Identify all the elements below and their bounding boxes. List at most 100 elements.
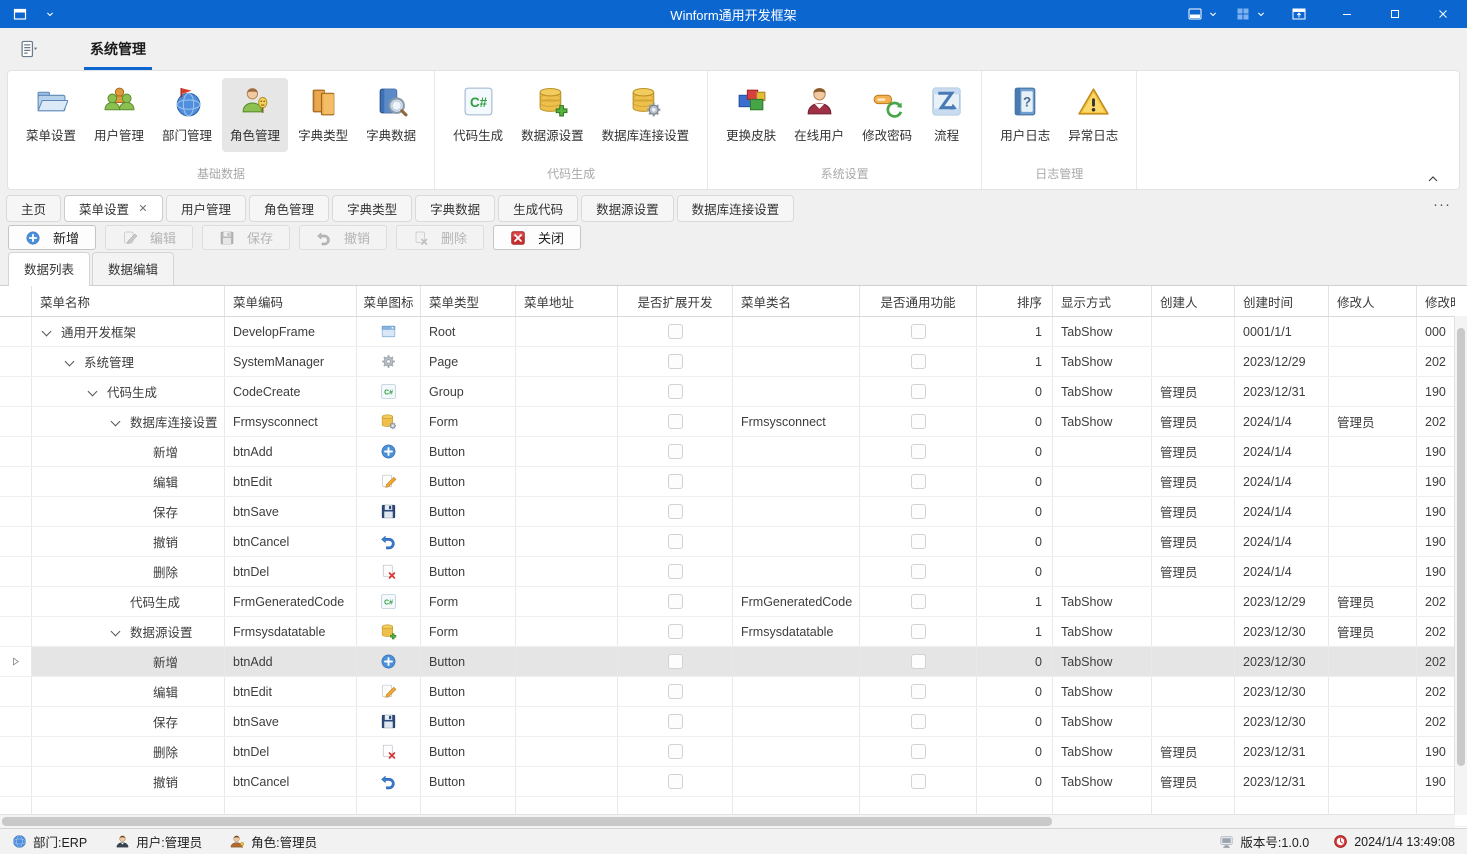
ribbon-item[interactable]: 角色管理 <box>222 78 288 152</box>
table-row[interactable]: 撤销btnCancelButton0管理员2024/1/4190 <box>0 527 1467 557</box>
table-row[interactable]: 删除btnDelButton0管理员2024/1/4190 <box>0 557 1467 587</box>
vertical-scrollbar-thumb[interactable] <box>1457 328 1465 766</box>
expand-chevron-icon[interactable] <box>109 415 123 429</box>
skin-select-button[interactable] <box>1179 0 1227 28</box>
column-header[interactable]: 创建时间 <box>1235 286 1329 316</box>
ribbon-collapse-chevron-icon[interactable] <box>1425 172 1441 184</box>
ribbon-item[interactable]: 菜单设置 <box>18 78 84 152</box>
table-row[interactable]: 代码生成FrmGeneratedCodeC#FormFrmGeneratedCo… <box>0 587 1467 617</box>
column-header[interactable]: 菜单名称 <box>32 286 225 316</box>
application-menu-button[interactable] <box>18 28 44 70</box>
ribbon-item[interactable]: 字典数据 <box>358 78 424 152</box>
table-row[interactable]: 系统管理SystemManagerPage1TabShow2023/12/292… <box>0 347 1467 377</box>
table-row[interactable]: 编辑btnEditButton0管理员2024/1/4190 <box>0 467 1467 497</box>
extend-dev-checkbox[interactable] <box>668 564 683 579</box>
common-func-checkbox[interactable] <box>911 534 926 549</box>
dock-panel-button[interactable] <box>1275 0 1323 28</box>
extend-dev-checkbox[interactable] <box>668 624 683 639</box>
common-func-checkbox[interactable] <box>911 474 926 489</box>
expand-chevron-icon[interactable] <box>109 625 123 639</box>
doc-tab[interactable]: 生成代码 <box>498 195 578 222</box>
horizontal-scrollbar[interactable] <box>0 814 1455 828</box>
ribbon-item[interactable]: 更换皮肤 <box>718 78 784 152</box>
ribbon-item[interactable]: ?用户日志 <box>992 78 1058 152</box>
quick-access-chevron-icon[interactable] <box>44 8 56 20</box>
doc-tab[interactable]: 角色管理 <box>249 195 329 222</box>
table-row[interactable]: 新增btnAddButton0管理员2024/1/4190 <box>0 437 1467 467</box>
horizontal-scrollbar-thumb[interactable] <box>2 817 1052 826</box>
column-header[interactable]: 菜单编码 <box>225 286 357 316</box>
doc-tab[interactable]: 数据源设置 <box>581 195 674 222</box>
ribbon-item[interactable]: 异常日志 <box>1060 78 1126 152</box>
view-tab[interactable]: 数据编辑 <box>92 252 174 285</box>
extend-dev-checkbox[interactable] <box>668 654 683 669</box>
ribbon-item[interactable]: 部门管理 <box>154 78 220 152</box>
extend-dev-checkbox[interactable] <box>668 354 683 369</box>
column-header[interactable]: 显示方式 <box>1053 286 1152 316</box>
common-func-checkbox[interactable] <box>911 594 926 609</box>
column-header[interactable]: 菜单地址 <box>516 286 618 316</box>
app-window-icon[interactable] <box>12 6 28 22</box>
doc-tab[interactable]: 字典数据 <box>415 195 495 222</box>
tab-close-icon[interactable] <box>138 203 148 213</box>
common-func-checkbox[interactable] <box>911 654 926 669</box>
ribbon-item[interactable]: 流程 <box>922 78 971 152</box>
ribbon-item[interactable]: 在线用户 <box>786 78 852 152</box>
common-func-checkbox[interactable] <box>911 564 926 579</box>
extend-dev-checkbox[interactable] <box>668 444 683 459</box>
theme-palette-button[interactable] <box>1227 0 1275 28</box>
common-func-checkbox[interactable] <box>911 354 926 369</box>
extend-dev-checkbox[interactable] <box>668 384 683 399</box>
column-header[interactable]: 是否通用功能 <box>860 286 977 316</box>
extend-dev-checkbox[interactable] <box>668 474 683 489</box>
common-func-checkbox[interactable] <box>911 414 926 429</box>
doc-tab[interactable]: 主页 <box>6 195 61 222</box>
table-row[interactable]: 编辑btnEditButton0TabShow2023/12/30202 <box>0 677 1467 707</box>
extend-dev-checkbox[interactable] <box>668 744 683 759</box>
ribbon-item[interactable]: 用户管理 <box>86 78 152 152</box>
expand-chevron-icon[interactable] <box>86 385 100 399</box>
table-row[interactable]: 数据源设置FrmsysdatatableFormFrmsysdatatable1… <box>0 617 1467 647</box>
tab-overflow-button[interactable]: ··· <box>1433 196 1451 213</box>
ribbon-item[interactable]: C#代码生成 <box>445 78 511 152</box>
extend-dev-checkbox[interactable] <box>668 414 683 429</box>
doc-tab[interactable]: 数据库连接设置 <box>677 195 795 222</box>
ribbon-item[interactable]: 修改密码 <box>854 78 920 152</box>
common-func-checkbox[interactable] <box>911 714 926 729</box>
add-button[interactable]: 新增 <box>8 225 96 250</box>
column-header[interactable]: 修改人 <box>1329 286 1417 316</box>
common-func-checkbox[interactable] <box>911 624 926 639</box>
expand-chevron-icon[interactable] <box>40 325 54 339</box>
table-row[interactable]: 新增btnAddButton0TabShow2023/12/30202 <box>0 647 1467 677</box>
extend-dev-checkbox[interactable] <box>668 684 683 699</box>
ribbon-item[interactable]: 字典类型 <box>290 78 356 152</box>
doc-tab[interactable]: 菜单设置 <box>64 195 163 222</box>
view-tab[interactable]: 数据列表 <box>8 252 90 286</box>
doc-tab[interactable]: 用户管理 <box>166 195 246 222</box>
vertical-scrollbar[interactable] <box>1454 316 1467 815</box>
ribbon-item[interactable]: 数据库连接设置 <box>594 78 698 152</box>
extend-dev-checkbox[interactable] <box>668 504 683 519</box>
extend-dev-checkbox[interactable] <box>668 714 683 729</box>
column-header[interactable]: 修改时 <box>1417 286 1455 316</box>
common-func-checkbox[interactable] <box>911 684 926 699</box>
extend-dev-checkbox[interactable] <box>668 534 683 549</box>
column-header[interactable]: 菜单图标 <box>357 286 421 316</box>
column-header[interactable]: 是否扩展开发 <box>618 286 733 316</box>
common-func-checkbox[interactable] <box>911 774 926 789</box>
table-row[interactable]: 删除btnDelButton0TabShow管理员2023/12/31190 <box>0 737 1467 767</box>
close-tab-button[interactable]: 关闭 <box>493 225 581 250</box>
common-func-checkbox[interactable] <box>911 504 926 519</box>
extend-dev-checkbox[interactable] <box>668 594 683 609</box>
table-row[interactable]: 代码生成CodeCreateC#Group0TabShow管理员2023/12/… <box>0 377 1467 407</box>
common-func-checkbox[interactable] <box>911 444 926 459</box>
column-header[interactable]: 创建人 <box>1152 286 1235 316</box>
column-header[interactable]: 菜单类名 <box>733 286 860 316</box>
common-func-checkbox[interactable] <box>911 384 926 399</box>
common-func-checkbox[interactable] <box>911 744 926 759</box>
expand-chevron-icon[interactable] <box>63 355 77 369</box>
column-header[interactable]: 菜单类型 <box>421 286 516 316</box>
common-func-checkbox[interactable] <box>911 324 926 339</box>
extend-dev-checkbox[interactable] <box>668 774 683 789</box>
ribbon-item[interactable]: 数据源设置 <box>513 78 592 152</box>
